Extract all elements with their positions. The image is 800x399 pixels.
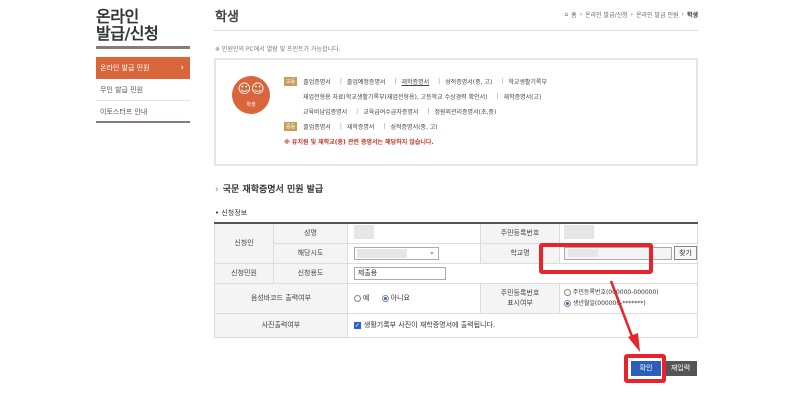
home-icon[interactable]: ⌂ [564,11,568,18]
reset-button[interactable]: 재입력 [664,361,697,376]
level-badge: 고등 [284,77,298,86]
birthdate-radio[interactable] [563,300,571,307]
student-icon-label: 학생 [246,102,256,108]
table-row: 신청인 성명 주민등록번호 [213,222,699,264]
cert-link[interactable]: 재학증명서 [347,122,375,131]
barcode-options: 예 아니요 [346,282,482,314]
sidebar-item-unmanned-issue[interactable]: 무인 발급 민원 [96,79,190,101]
table-row: 사진출력여부 ✓ 생활기록부 사진이 재학증명서에 출력됩니다. [214,312,699,338]
resident-display-options: 주민등록번호(000000-000000) 생년월일(000000-******… [558,282,699,314]
masked-resident-number [563,225,594,240]
breadcrumb-item-current: 학생 [686,12,698,19]
chevron-right-icon: › [180,63,184,73]
name-value [346,222,482,244]
photo-checkbox[interactable]: ✓ [353,321,361,329]
chevron-down-icon: ⌄ [429,247,435,256]
region-select[interactable]: ⌄ [353,246,439,260]
section-subtitle: • 신청정보 [215,209,248,217]
region-label: 해당시도 [273,242,348,264]
barcode-no-label: 아니요 [390,294,410,302]
sidebar-title-line2: 발급/신청 [96,25,190,49]
birthdate-label: 생년월일(000000-*******) [572,300,646,307]
certificate-info-box: ☺☺ 학생 고등 졸업증명서 | 졸업예정증명서 | 재학증명서 | 성적증명서(중,… [214,58,698,166]
resident-number-label: 주민등록번호 [480,222,560,244]
breadcrumb-item[interactable]: 온라인 발급 민원 [636,10,678,19]
cert-link[interactable]: 졸업증명서 [303,77,331,86]
civil-request-label: 신청민원 [213,262,275,284]
section-title: › 국문 재학증명서 민원 발급 [215,182,323,195]
resident-full-label: 주민등록번호(000000-000000) [572,289,659,296]
level-badge: 중등 [284,122,298,131]
resident-number-value [558,222,699,244]
name-label: 성명 [273,222,348,244]
cert-link[interactable]: 졸업예정증명서 [347,77,386,86]
cert-link[interactable]: 졸업증명서 [303,122,331,131]
resident-display-label-line2: 표시여부 [507,299,533,307]
cert-row: ※ 유치원 및 재학교(중) 관련 증명서는 해당하지 않습니다. [284,134,684,149]
cert-link[interactable]: 학교생활기록부 [508,77,547,86]
cert-link[interactable]: 재학증명서(고) [504,92,542,101]
barcode-label: 음성바코드 출력여부 [214,282,348,314]
masked-region [356,248,407,258]
barcode-no-radio[interactable] [381,294,389,302]
student-icon: ☺☺ 학생 [232,76,270,114]
resident-display-label: 주민등록번호 표시여부 [480,282,560,314]
breadcrumb: ⌂ 홈 › 온라인 발급/신청 › 온라인 발급 민원 › 학생 [564,10,698,19]
barcode-yes-label: 예 [362,294,370,302]
sidebar-item-label: 온라인 발급 민원 [100,64,150,72]
cert-row: 중등 졸업증명서 | 재학증명서 | 성적증명서(중, 고) [284,122,438,131]
resident-display-label-line1: 주민등록번호 [500,289,540,297]
region-value: ⌄ [346,242,482,264]
breadcrumb-separator-icon: › [579,11,583,18]
page-title: 학생 [215,10,239,25]
cert-link[interactable]: 재학증명서 [402,77,430,86]
sidebar-item-label: 무인 발급 민원 [100,86,144,94]
masked-name [353,225,374,240]
cert-link[interactable]: 교육급여수급자증명서 [363,107,418,116]
certificate-list: 고등 졸업증명서 | 졸업예정증명서 | 재학증명서 | 성적증명서(중, 고) | 학… [284,74,684,149]
warning-text: ※ 유치원 및 재학교(중) 관련 증명서는 해당하지 않습니다. [284,139,434,146]
cert-link[interactable]: 성적증명서(중, 고) [445,77,492,86]
cert-row: 교육비납입증명서 | 교육급여수급자증명서 | 정원외관리증명서(초,중) [303,107,497,116]
breadcrumb-item[interactable]: 온라인 발급/신청 [585,10,628,19]
cert-link[interactable]: 성적증명서(중, 고) [390,122,437,131]
resident-full-radio[interactable] [563,289,571,296]
breadcrumb-item[interactable]: 홈 [571,10,577,19]
find-school-button[interactable]: 찾기 [674,246,697,260]
chevron-right-icon: › [215,185,219,195]
confirm-button-highlight [624,354,666,383]
sidebar-item-online-issue[interactable]: 온라인 발급 민원 › [96,57,190,79]
sidebar-item-guide[interactable]: 이토스터프 안내 [96,101,190,123]
application-form: 신청인 성명 주민등록번호 해당시도 ⌄ 학교명 찾기 신청민원 신청용도 제출… [213,222,699,338]
sidebar-item-label: 이토스터프 안내 [100,108,148,116]
school-name-highlight [539,243,653,274]
cert-link[interactable]: 정원외관리증명서(초,중) [434,107,496,116]
cert-row: 재업전형용 자료(학교생활기록부(재업전형용), 고등학교 수상경력 확인서) |… [303,92,542,101]
table-row: 음성바코드 출력여부 예 아니요 주민등록번호 표시여부 주민등록번호(0000… [214,282,699,314]
breadcrumb-separator-icon: › [681,11,684,18]
sidebar-title-line1: 온라인 [96,7,139,26]
applicant-label: 신청인 [213,222,275,264]
sidebar-menu: 온라인 발급 민원 › 무인 발급 민원 이토스터프 안내 [96,57,190,123]
cert-link[interactable]: 교육비납입증명서 [303,107,347,116]
section-title-text: 국문 재학증명서 민원 발급 [222,185,324,195]
cert-link[interactable]: 재업전형용 자료(학교생활기록부(재업전형용), 고등학교 수상경력 확인서) [303,92,488,101]
notice-text: ※ 민원인의 PC에서 열람 및 프린트가 가능합니다. [215,46,341,53]
purpose-label: 신청용도 [273,262,348,284]
barcode-yes-radio[interactable] [353,294,361,302]
title-divider [213,30,698,31]
sidebar: 온라인 발급/신청 온라인 발급 민원 › 무인 발급 민원 이토스터프 안내 [96,8,190,123]
breadcrumb-separator-icon: › [630,11,634,18]
photo-value: ✓ 생활기록부 사진이 재학증명서에 출력됩니다. [346,312,699,338]
photo-checkbox-label: 생활기록부 사진이 재학증명서에 출력됩니다. [363,321,496,329]
purpose-input[interactable]: 제출용 [353,266,446,280]
photo-label: 사진출력여부 [214,312,348,338]
people-icon: ☺☺ [237,82,265,97]
cert-row: 고등 졸업증명서 | 졸업예정증명서 | 재학증명서 | 성적증명서(중, 고) | 학… [284,77,547,86]
